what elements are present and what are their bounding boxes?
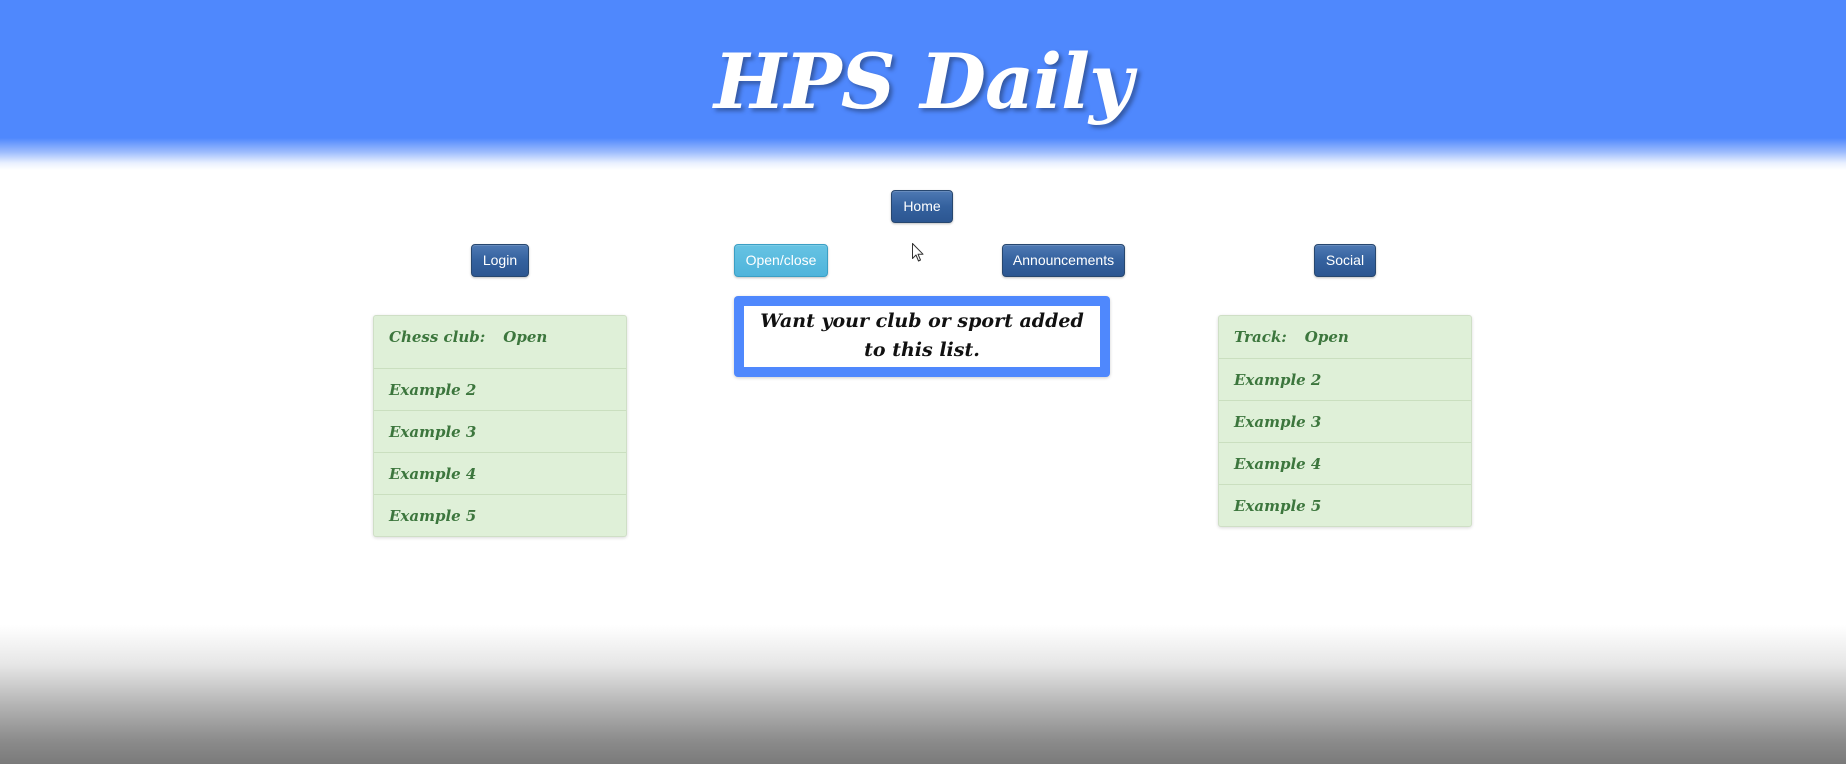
list-item[interactable]: Example 4: [1219, 442, 1471, 484]
list-item-label: Example 4: [389, 465, 477, 483]
announcements-button[interactable]: Announcements: [1002, 244, 1125, 277]
list-item[interactable]: Example 2: [1219, 358, 1471, 400]
clubs-status-list: Chess club: Open Example 2 Example 3 Exam…: [373, 315, 627, 537]
list-item[interactable]: Example 2: [374, 368, 626, 410]
open-close-button[interactable]: Open/close: [734, 244, 828, 277]
login-button[interactable]: Login: [471, 244, 529, 277]
mouse-pointer-icon: [912, 243, 924, 262]
list-item-label: Example 3: [389, 423, 477, 441]
status-text: Open: [503, 328, 548, 346]
list-item-label: Example 5: [1234, 497, 1322, 515]
list-item-label: Example 5: [389, 507, 477, 525]
list-item-label: Example 3: [1234, 413, 1322, 431]
list-item[interactable]: Chess club: Open: [374, 316, 626, 368]
home-button[interactable]: Home: [891, 190, 953, 223]
list-item[interactable]: Example 5: [374, 494, 626, 536]
list-item[interactable]: Example 3: [1219, 400, 1471, 442]
list-item[interactable]: Example 3: [374, 410, 626, 452]
list-item[interactable]: Track: Open: [1219, 316, 1471, 358]
sports-status-list: Track: Open Example 2 Example 3 Example 4…: [1218, 315, 1472, 527]
list-item[interactable]: Example 4: [374, 452, 626, 494]
notice-text: Want your club or sport added to this li…: [744, 306, 1100, 367]
list-item-label: Track:: [1234, 328, 1287, 346]
list-item[interactable]: Example 5: [1219, 484, 1471, 526]
site-title: HPS Daily: [713, 37, 1133, 126]
list-item-label: Example 2: [389, 381, 477, 399]
list-item-label: Example 2: [1234, 371, 1322, 389]
list-item-label: Chess club:: [389, 328, 486, 346]
list-item-label: Example 4: [1234, 455, 1322, 473]
status-text: Open: [1304, 328, 1349, 346]
site-header: HPS Daily: [0, 0, 1846, 170]
social-button[interactable]: Social: [1314, 244, 1376, 277]
notice-box: Want your club or sport added to this li…: [734, 296, 1110, 377]
